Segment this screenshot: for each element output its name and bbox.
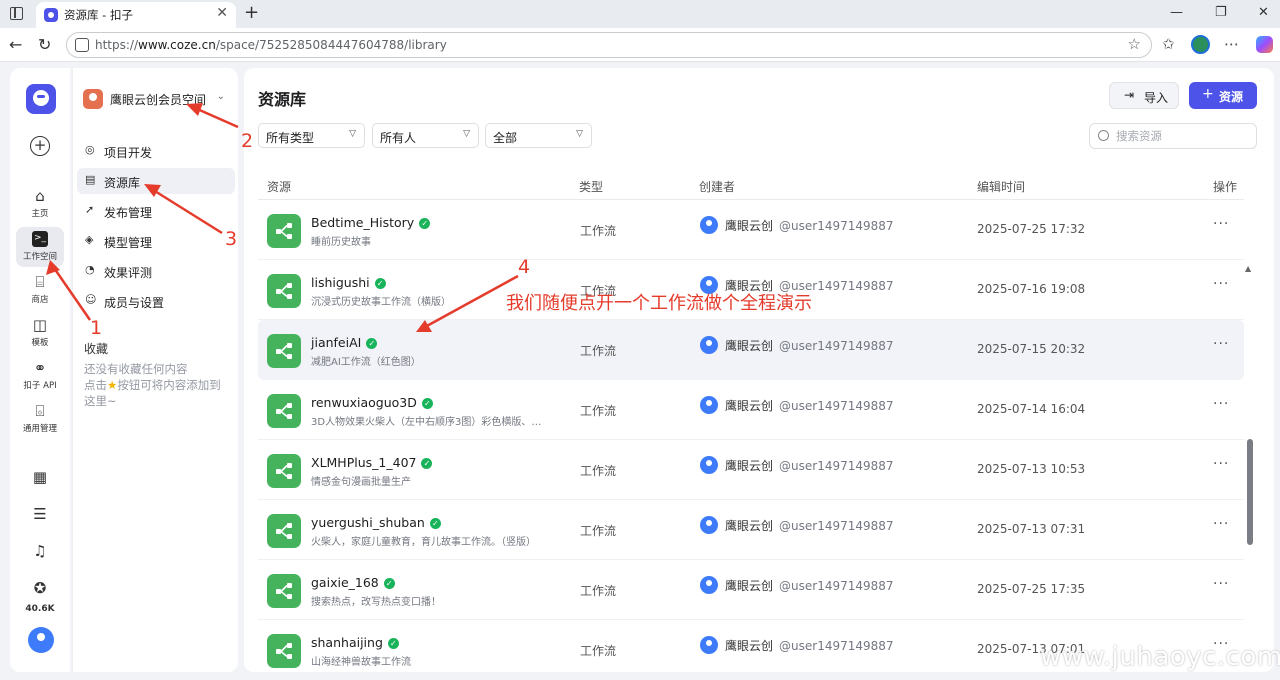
annotation-arrows	[46, 103, 519, 332]
arrow-4	[424, 274, 519, 329]
annotation-note: 我们随便点开一个工作流做个全程演示	[506, 293, 812, 314]
annotation-number-2: 2	[241, 130, 254, 152]
watermark: www.juhaoyc.com	[1040, 642, 1280, 672]
arrow-head-4	[416, 320, 432, 332]
annotation-number-1: 1	[90, 317, 103, 339]
arrow-2	[194, 106, 239, 129]
annotation-number-3: 3	[225, 228, 238, 250]
arrow-1	[50, 264, 92, 321]
arrow-head-3	[144, 184, 161, 197]
arrow-3	[149, 186, 223, 235]
annotation-number-4: 4	[518, 256, 531, 278]
arrow-head-2	[186, 103, 203, 116]
